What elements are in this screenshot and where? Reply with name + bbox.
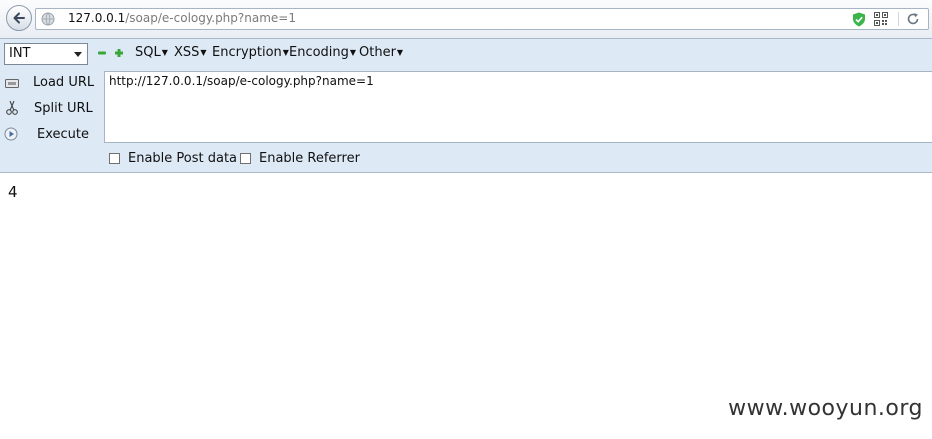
navigation-bar: 127.0.0.1/soap/e-cology.php?name=1: [0, 0, 932, 39]
qr-code-icon[interactable]: [874, 12, 888, 26]
watermark: www.wooyun.org: [728, 396, 923, 421]
checkbox-box[interactable]: [109, 153, 120, 164]
back-button[interactable]: [6, 5, 32, 31]
int-select-dropdown[interactable]: INT: [4, 43, 88, 65]
dropdown-arrow-icon: ▼: [349, 48, 357, 57]
url-textarea-value: http://127.0.0.1/soap/e-cology.php?name=…: [109, 74, 374, 88]
url-text[interactable]: 127.0.0.1/soap/e-cology.php?name=1: [68, 11, 296, 25]
scissors-icon: [6, 100, 18, 115]
menu-encoding[interactable]: Encoding▼: [289, 45, 356, 60]
execute-label: Execute: [37, 127, 89, 142]
globe-icon: [41, 12, 55, 26]
menu-sql[interactable]: SQL▼: [135, 45, 168, 60]
dropdown-arrow-icon: ▼: [396, 48, 404, 57]
menu-encryption-label: Encryption: [212, 45, 282, 60]
menu-other[interactable]: Other▼: [359, 45, 403, 60]
url-bar-divider: [898, 12, 899, 26]
menu-encryption[interactable]: Encryption▼: [212, 45, 289, 60]
plus-icon[interactable]: [114, 48, 124, 58]
load-url-icon: [5, 79, 19, 88]
load-url-button[interactable]: Load URL: [0, 72, 100, 92]
shield-check-icon[interactable]: [852, 12, 866, 27]
page-result-text: 4: [8, 183, 18, 201]
split-url-button[interactable]: Split URL: [0, 98, 100, 118]
play-icon: [4, 127, 18, 141]
minus-icon[interactable]: [97, 48, 107, 58]
menu-sql-label: SQL: [135, 45, 161, 60]
enable-post-label: Enable Post data: [128, 151, 238, 166]
load-url-label: Load URL: [33, 75, 95, 90]
back-arrow-icon: [13, 12, 25, 24]
url-path: /soap/e-cology.php?name=1: [125, 11, 296, 25]
url-bar[interactable]: 127.0.0.1/soap/e-cology.php?name=1: [35, 8, 929, 30]
hackbar-panel: Load URL Split URL Execute http://127.0.…: [0, 70, 932, 173]
dropdown-arrow-icon: ▼: [200, 48, 207, 57]
enable-referrer-label: Enable Referrer: [259, 151, 360, 166]
menu-encoding-label: Encoding: [289, 45, 349, 60]
dropdown-arrow-icon: ▼: [161, 48, 168, 57]
url-host: 127.0.0.1: [68, 11, 126, 25]
reload-icon[interactable]: [906, 12, 920, 26]
split-url-label: Split URL: [34, 101, 93, 116]
int-select-value: INT: [9, 46, 31, 61]
menu-xss-label: XSS: [174, 45, 200, 60]
checkbox-box[interactable]: [240, 153, 251, 164]
menu-xss[interactable]: XSS▼: [174, 45, 207, 60]
url-textarea[interactable]: http://127.0.0.1/soap/e-cology.php?name=…: [104, 71, 932, 143]
menu-other-label: Other: [359, 45, 396, 60]
execute-button[interactable]: Execute: [0, 124, 100, 144]
dropdown-arrow-icon: [74, 52, 82, 57]
hackbar-toolbar: INT SQL▼ XSS▼ Encryption▼ Encoding▼ Othe…: [0, 39, 932, 70]
